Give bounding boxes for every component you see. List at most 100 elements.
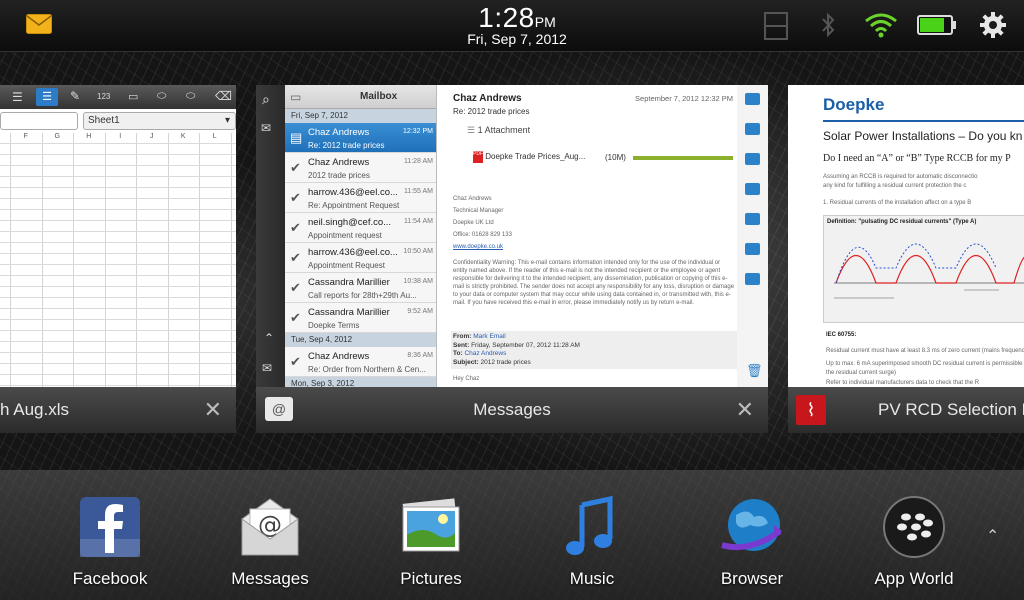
waveform-figure xyxy=(834,243,1024,299)
messages-preview[interactable]: ⌕ ✉ ⌃ ✉ ▭ Mailbox Fri, Sep 7, 2012 ▤ Chaz … xyxy=(256,85,768,387)
column-header[interactable]: G xyxy=(42,133,74,143)
column-header[interactable]: L xyxy=(199,133,231,143)
close-card-button[interactable]: ✕ xyxy=(736,397,754,423)
pen-icon[interactable]: ✎ xyxy=(70,89,80,103)
message-list-item[interactable]: ✔ Cassandra Marillier Doepke Terms 9:52 AM xyxy=(285,303,436,333)
column-header[interactable]: J xyxy=(136,133,168,143)
next-icon[interactable] xyxy=(745,213,760,225)
message-sender: harrow.436@eel.co... xyxy=(308,187,398,198)
app-label: Browser xyxy=(720,569,784,588)
chevron-up-icon[interactable]: ⌃ xyxy=(986,526,999,546)
message-date: September 7, 2012 12:32 PM xyxy=(635,94,733,103)
read-check-icon: ✔ xyxy=(290,220,301,235)
screen-rotation-icon[interactable] xyxy=(763,12,789,45)
message-time: 10:38 AM xyxy=(403,278,433,285)
status-bar: 1:28PM Fri, Sep 7, 2012 xyxy=(0,0,1024,52)
spreadsheet-grid[interactable]: FGHIJKL xyxy=(0,133,236,387)
attachment-header[interactable]: ☰ 1 Attachment xyxy=(467,125,530,136)
pictures-icon xyxy=(399,495,463,559)
date-separator: Tue, Sep 4, 2012 xyxy=(285,333,436,347)
expand-icon[interactable] xyxy=(745,93,760,105)
figure-note: Residual current must have at least 8.3 … xyxy=(826,348,1024,354)
trash-icon[interactable]: 🗑 xyxy=(746,363,763,379)
shape-icon[interactable]: ⬭ xyxy=(186,90,195,103)
app-label: Messages xyxy=(231,569,309,588)
forward-icon[interactable] xyxy=(745,183,760,195)
date-separator: Mon, Sep 3, 2012 xyxy=(285,377,436,387)
signature-line: Chaz Andrews xyxy=(453,196,492,202)
close-card-button[interactable]: ✕ xyxy=(204,397,222,423)
mailbox-header[interactable]: ▭ Mailbox xyxy=(285,85,436,109)
column-header[interactable]: I xyxy=(105,133,137,143)
mail-notification-icon[interactable] xyxy=(26,14,52,39)
quoted-header: From: Mark Email Sent: Friday, September… xyxy=(451,331,737,369)
attachment-count: 1 Attachment xyxy=(477,125,531,135)
card-footer: ⌇ PV RCD Selection El xyxy=(788,387,1024,433)
spreadsheet-preview[interactable]: ☰ ☰ ✎ 123 ▭ ⬭ ⬭ ⌫ Sheet1 ▾ FGHIJKL xyxy=(0,85,236,387)
message-reading-pane[interactable]: Chaz Andrews September 7, 2012 12:32 PM … xyxy=(437,85,737,387)
sender-name[interactable]: Chaz Andrews xyxy=(453,93,522,104)
message-rows: Fri, Sep 7, 2012 ▤ Chaz Andrews Re: 2012 tr… xyxy=(285,109,436,387)
reply-icon[interactable] xyxy=(745,123,760,135)
message-list-item[interactable]: ✔ Chaz Andrews 2012 trade prices 11:28 AM xyxy=(285,153,436,183)
shape-icon[interactable]: ⬭ xyxy=(157,90,166,103)
doc-figure: Definition: "pulsating DC residual curre… xyxy=(823,215,1024,323)
collapse-up-icon[interactable]: ⌃ xyxy=(264,331,274,345)
number-format-button[interactable]: 123 xyxy=(97,92,110,101)
messages-icon: @ xyxy=(238,495,302,559)
compose-icon[interactable]: ✉ xyxy=(261,121,271,135)
pdf-preview[interactable]: Doepke Solar Power Installations – Do yo… xyxy=(788,85,1024,387)
read-check-icon: ✔ xyxy=(290,280,301,295)
pdf-app-card[interactable]: Doepke Solar Power Installations – Do yo… xyxy=(788,85,1024,433)
wifi-icon[interactable] xyxy=(864,12,898,43)
bluetooth-icon[interactable] xyxy=(820,12,836,43)
list-view-icon[interactable]: ☰ xyxy=(12,90,23,104)
message-list-item[interactable]: ▤ Chaz Andrews Re: 2012 trade prices 12:32 … xyxy=(285,123,436,153)
message-list-item[interactable]: ✔ harrow.436@eel.co... Re: Appointment Req… xyxy=(285,183,436,213)
file-icon[interactable] xyxy=(745,243,760,255)
read-check-icon: ✔ xyxy=(290,190,301,205)
message-list[interactable]: ▭ Mailbox Fri, Sep 7, 2012 ▤ Chaz Andrews R… xyxy=(285,85,437,387)
card-footer: @ Messages ✕ xyxy=(256,387,768,433)
figure-note: Up to max. 6 mA superimposed smooth DC r… xyxy=(826,361,1024,367)
attachment-progress-bar xyxy=(633,156,733,160)
attachment-size: (10M) xyxy=(605,153,626,162)
mark-read-icon[interactable]: ✉ xyxy=(262,361,272,375)
doc-brand: Doepke xyxy=(823,95,885,114)
website-link[interactable]: www.doepke.co.uk xyxy=(453,243,735,251)
quote-from[interactable]: Mark Email xyxy=(473,333,506,340)
attachment-row[interactable]: PDF Doepke Trade Prices_Aug... (10M) xyxy=(473,151,735,165)
format-icon[interactable]: ☰ xyxy=(36,88,58,106)
folder-icon[interactable]: ▭ xyxy=(290,90,301,104)
message-list-item[interactable]: ✔ Cassandra Marillier Call reports for 28t… xyxy=(285,273,436,303)
delete-icon[interactable]: ⌫ xyxy=(215,89,232,103)
quote-to[interactable]: Chaz Andrews xyxy=(464,350,506,357)
message-open-icon: ▤ xyxy=(290,130,303,145)
message-list-item[interactable]: ✔ Chaz Andrews Re: Order from Northern & C… xyxy=(285,347,436,377)
clock-ampm: PM xyxy=(534,14,556,30)
spreadsheet-app-card[interactable]: ☰ ☰ ✎ 123 ▭ ⬭ ⬭ ⌫ Sheet1 ▾ FGHIJKL h Aug.… xyxy=(0,85,236,433)
column-header[interactable]: F xyxy=(10,133,42,143)
message-sender: harrow.436@eel.co... xyxy=(308,247,398,258)
message-sender: Chaz Andrews xyxy=(308,157,370,168)
message-time: 11:54 AM xyxy=(403,218,433,225)
messages-app-card[interactable]: ⌕ ✉ ⌃ ✉ ▭ Mailbox Fri, Sep 7, 2012 ▤ Chaz … xyxy=(256,85,768,433)
column-header[interactable]: K xyxy=(168,133,200,143)
message-list-item[interactable]: ✔ harrow.436@eel.co... Appointment Request… xyxy=(285,243,436,273)
message-sender: Chaz Andrews xyxy=(308,351,370,362)
folders-icon[interactable] xyxy=(745,273,760,285)
doc-heading: Solar Power Installations – Do you kn xyxy=(823,129,1023,143)
signature-line: Office: 01628 829 133 xyxy=(453,232,512,238)
read-check-icon: ✔ xyxy=(290,250,301,265)
message-subject: Call reports for 28th+29th Au... xyxy=(308,291,417,300)
cell-input[interactable] xyxy=(0,112,78,130)
image-icon[interactable]: ▭ xyxy=(128,90,138,103)
message-list-item[interactable]: ✔ neil.singh@cef.co... Appointment request… xyxy=(285,213,436,243)
sheet-selector[interactable]: Sheet1 ▾ xyxy=(83,112,236,130)
chevron-down-icon: ▾ xyxy=(224,115,230,126)
settings-gear-icon[interactable] xyxy=(979,11,1007,44)
search-icon[interactable]: ⌕ xyxy=(262,91,270,108)
reply-all-icon[interactable] xyxy=(745,153,760,165)
message-sender: neil.singh@cef.co... xyxy=(308,217,392,228)
column-header[interactable]: H xyxy=(73,133,105,143)
